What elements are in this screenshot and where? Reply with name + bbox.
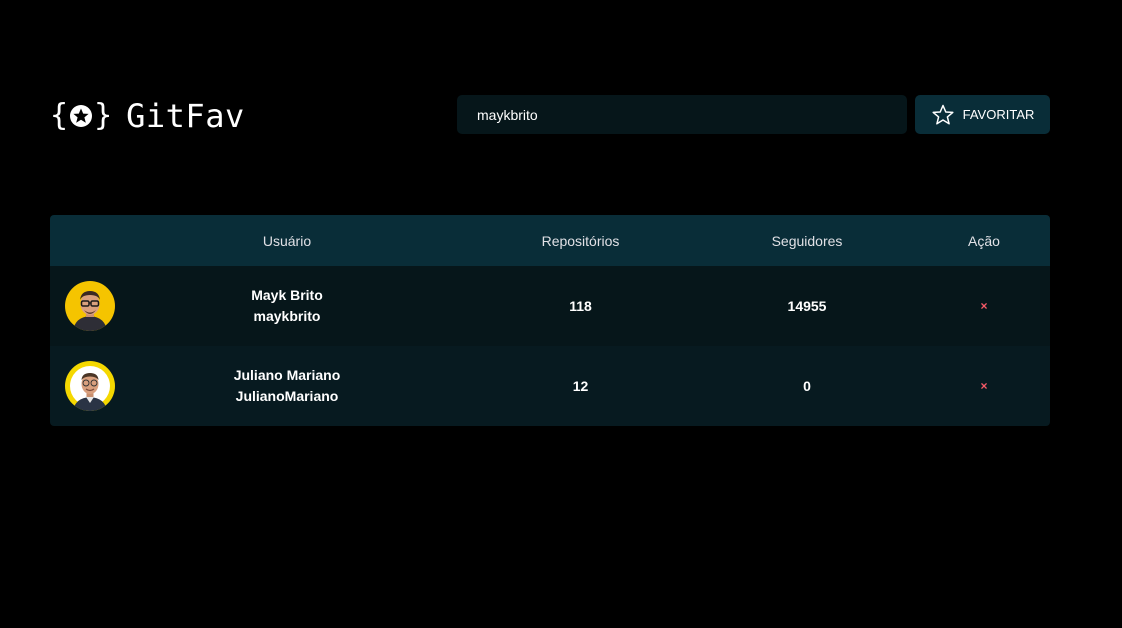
- user-login: JulianoMariano: [235, 388, 339, 404]
- user-name: Juliano Mariano: [233, 367, 341, 383]
- app-logo[interactable]: { } GitFav: [50, 96, 245, 136]
- logo-icon: { }: [50, 98, 113, 133]
- page: { } GitFav FAVORITAR Usuário Repositório…: [0, 0, 1122, 628]
- repositories-count: 118: [569, 298, 592, 314]
- table-row: Juliano Mariano JulianoMariano 12 0 ×: [50, 346, 1050, 426]
- favorites-table: Usuário Repositórios Seguidores Ação May…: [50, 215, 1050, 426]
- favorite-button-label: FAVORITAR: [962, 107, 1035, 122]
- repositories-count: 12: [572, 378, 589, 394]
- table-row: Mayk Brito maykbrito 118 14955 ×: [50, 266, 1050, 346]
- avatar: [65, 281, 115, 331]
- remove-button[interactable]: ×: [974, 298, 993, 314]
- app-title: GitFav: [126, 97, 245, 135]
- user-name: Mayk Brito: [251, 287, 323, 303]
- action-cell: ×: [934, 266, 1034, 346]
- followers-count: 0: [803, 378, 811, 394]
- header-action: Ação: [968, 232, 1000, 249]
- remove-button[interactable]: ×: [974, 378, 993, 394]
- action-cell: ×: [934, 346, 1034, 426]
- table-header: Usuário Repositórios Seguidores Ação: [50, 215, 1050, 266]
- search-input[interactable]: [457, 95, 907, 134]
- star-icon: [932, 104, 954, 125]
- header-user: Usuário: [262, 232, 312, 249]
- favorite-button[interactable]: FAVORITAR: [915, 95, 1050, 134]
- user-login: maykbrito: [253, 308, 321, 324]
- followers-count: 14955: [787, 298, 827, 314]
- user-cell: Juliano Mariano JulianoMariano: [187, 346, 387, 426]
- user-cell: Mayk Brito maykbrito: [187, 266, 387, 346]
- avatar: [65, 361, 115, 411]
- header-repositories: Repositórios: [541, 232, 620, 249]
- header-followers: Seguidores: [771, 232, 843, 249]
- logo-star-icon: [70, 105, 93, 127]
